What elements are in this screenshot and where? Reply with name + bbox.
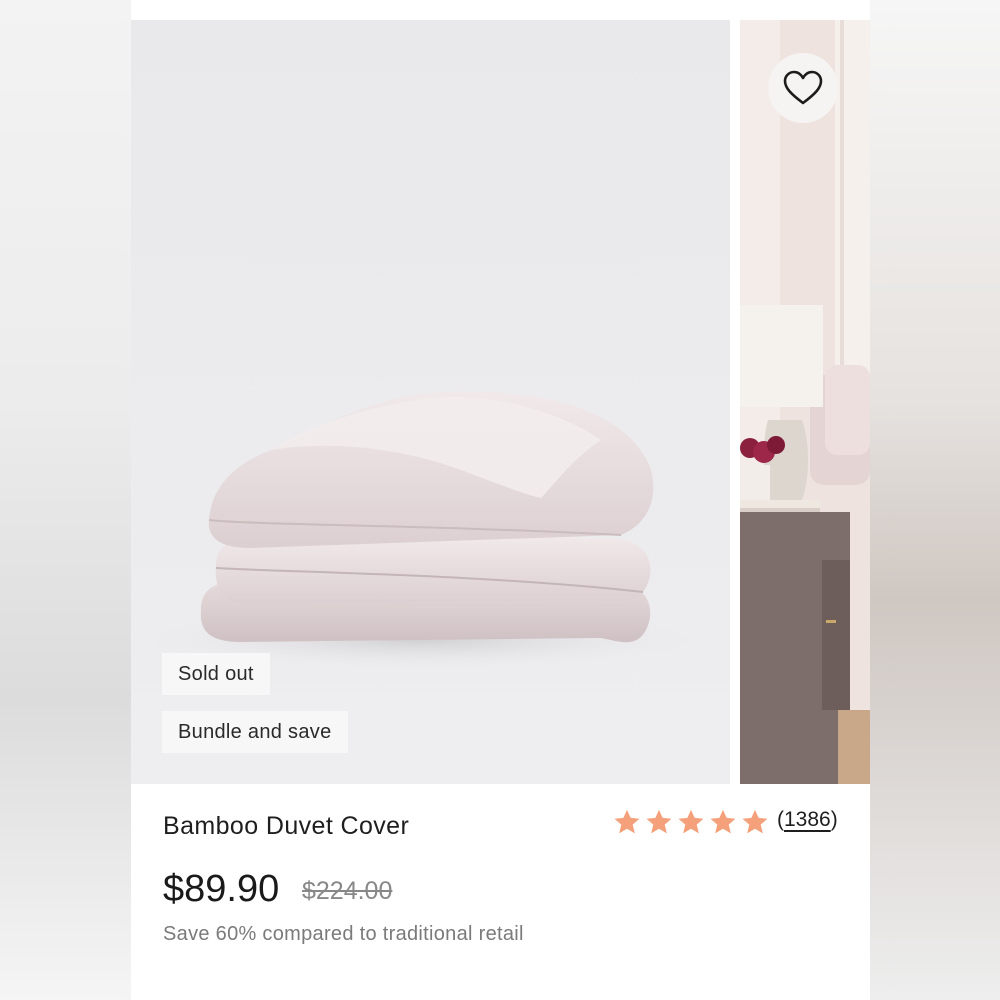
bundle-and-save-badge: Bundle and save xyxy=(162,711,348,753)
bedroom-scene-illustration xyxy=(740,20,870,784)
star-rating[interactable] xyxy=(612,808,770,836)
heart-icon xyxy=(783,70,823,105)
background-blur-right xyxy=(870,0,1000,1000)
review-count-link[interactable]: (1386) xyxy=(777,808,838,832)
savings-text: Save 60% compared to traditional retail xyxy=(163,923,524,945)
star-icon xyxy=(678,809,704,834)
product-secondary-image[interactable] xyxy=(740,20,870,784)
sale-price: $89.90 xyxy=(163,868,280,910)
star-icon xyxy=(646,809,672,834)
compare-at-price: $224.00 xyxy=(302,877,393,905)
star-icon xyxy=(710,809,736,834)
review-count-value: 1386 xyxy=(784,808,831,831)
star-icon xyxy=(742,809,768,834)
background-blur-left xyxy=(0,0,131,1000)
product-title[interactable]: Bamboo Duvet Cover xyxy=(163,812,409,841)
wishlist-button[interactable] xyxy=(768,53,838,123)
star-icon xyxy=(614,809,640,834)
sold-out-badge: Sold out xyxy=(162,653,270,695)
review-count-open: ( xyxy=(777,808,784,831)
review-count-close: ) xyxy=(830,808,838,831)
